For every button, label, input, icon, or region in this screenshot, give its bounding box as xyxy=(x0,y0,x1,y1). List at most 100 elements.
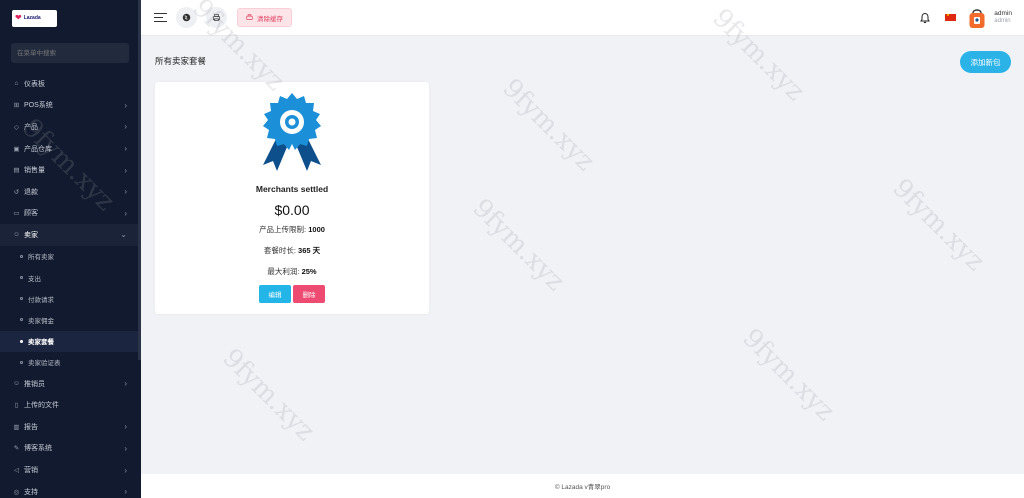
dot-icon xyxy=(20,339,23,343)
clear-cache-button[interactable]: 清除缓存 xyxy=(237,8,292,27)
dot-icon xyxy=(20,360,23,364)
bell-icon[interactable] xyxy=(919,12,931,24)
chevron-right-icon: › xyxy=(124,187,127,197)
sidebar-item-sellers[interactable]: ☺ 卖家 ⌄ xyxy=(0,224,141,246)
dot-icon xyxy=(20,276,23,280)
sidebar-subitem-label: 支出 xyxy=(28,275,41,283)
sidebar-item-label: 博客系统 xyxy=(24,445,52,453)
watermark: 9fym.xyz xyxy=(496,73,601,177)
sidebar-subitem-seller-verification[interactable]: 卖家验证表 xyxy=(0,352,141,373)
chevron-right-icon: › xyxy=(124,144,127,154)
max-profit: 最大利润: 25% xyxy=(155,266,429,277)
sidebar-subitem-label: 卖家佣金 xyxy=(28,317,54,325)
dot-icon xyxy=(20,318,23,322)
watermark: 9fym.xyz xyxy=(216,343,321,447)
chevron-right-icon: › xyxy=(124,487,127,497)
sidebar-item-label: 产品 xyxy=(24,123,38,131)
sidebar-item-label: 仪表板 xyxy=(24,80,45,88)
heart-logo-icon: ❤ xyxy=(15,13,22,22)
home-icon: ⌂ xyxy=(14,80,19,88)
clear-cache-label: 清除缓存 xyxy=(257,15,283,23)
user-icon: ☺ xyxy=(13,380,20,388)
refund-icon: ↺ xyxy=(13,188,20,196)
sidebar-item-label: 报告 xyxy=(24,423,38,431)
max-profit-value: 25% xyxy=(301,267,317,276)
warehouse-icon: ▣ xyxy=(13,145,20,153)
duration-label: 套餐时长: xyxy=(263,246,296,255)
sidebar-item-uploaded-files[interactable]: ▯ 上传的文件 xyxy=(0,394,141,416)
card-actions: 编辑 删除 xyxy=(155,285,429,303)
sidebar-menu: ⌂ 仪表板 ⊞ POS系统 › ◇ 产品 › ▣ 产品仓库 › ▤ 销售量 › … xyxy=(0,73,141,498)
sidebar-subitem-label: 所有卖家 xyxy=(28,254,54,262)
avatar[interactable] xyxy=(968,7,986,29)
watermark: 9fym.xyz xyxy=(466,193,571,297)
logo-area: ❤ Lazada xyxy=(0,0,141,36)
top-header: 清除缓存 admin admin xyxy=(141,0,1024,36)
footer: © Lazada v青翠pro xyxy=(141,474,1024,498)
edit-button[interactable]: 编辑 xyxy=(259,285,291,303)
customer-icon: ▭ xyxy=(13,210,20,218)
china-flag-icon[interactable] xyxy=(945,12,957,21)
chevron-right-icon: › xyxy=(124,465,127,475)
user-name: admin xyxy=(994,10,1012,17)
package-price: $0.00 xyxy=(274,202,310,218)
sidebar-item-customers[interactable]: ▭ 顾客 › xyxy=(0,203,141,225)
sidebar-item-label: 卖家 xyxy=(24,231,38,239)
sidebar-scrollbar[interactable] xyxy=(138,0,141,360)
sidebar-item-label: 支持 xyxy=(24,488,38,496)
user-role: admin xyxy=(994,17,1011,24)
watermark: 9fym.xyz xyxy=(886,173,991,277)
file-icon: ▯ xyxy=(14,402,19,410)
globe-button[interactable] xyxy=(176,7,197,28)
package-name: Merchants settled xyxy=(255,184,329,194)
watermark: 9fym.xyz xyxy=(736,323,841,427)
sidebar-item-reports[interactable]: ▥ 报告 › xyxy=(0,416,141,438)
lazada-logo[interactable]: ❤ Lazada xyxy=(12,9,57,27)
sidebar-subitem-payment-requests[interactable]: 付款请求 xyxy=(0,288,141,309)
report-icon: ▥ xyxy=(13,423,20,431)
max-profit-label: 最大利润: xyxy=(267,267,300,276)
globe-icon xyxy=(182,13,191,22)
logo-text: Lazada xyxy=(23,15,41,21)
chevron-down-icon: ⌄ xyxy=(120,230,127,240)
chevron-right-icon: › xyxy=(124,165,127,175)
sidebar-item-marketing[interactable]: ◁ 营销 › xyxy=(0,459,141,481)
sidebar: ❤ Lazada ⌂ 仪表板 ⊞ POS系统 › ◇ 产品 › ▣ 产品仓库 ›… xyxy=(0,0,141,498)
sidebar-item-refunds[interactable]: ↺ 退款 › xyxy=(0,181,141,203)
sidebar-item-label: 顾客 xyxy=(24,210,38,218)
add-package-button[interactable]: 添加新包 xyxy=(960,51,1011,73)
product-icon: ◇ xyxy=(14,123,19,131)
sidebar-item-label: 退款 xyxy=(24,188,38,196)
package-card: Merchants settled $0.00 产品上传限制: 1000 套餐时… xyxy=(155,82,429,314)
sidebar-item-blog[interactable]: ✎ 博客系统 › xyxy=(0,438,141,460)
marketing-icon: ◁ xyxy=(14,467,19,475)
upload-limit-label: 产品上传限制: xyxy=(259,225,307,234)
user-icon: ☺ xyxy=(13,231,20,239)
sidebar-item-label: 产品仓库 xyxy=(24,145,52,153)
sidebar-subitem-all-sellers[interactable]: 所有卖家 xyxy=(0,246,141,267)
sidebar-item-salesmen[interactable]: ☺ 推销员 › xyxy=(0,373,141,395)
sidebar-item-warehouse[interactable]: ▣ 产品仓库 › xyxy=(0,138,141,160)
menu-toggle-icon[interactable] xyxy=(154,13,167,22)
print-button[interactable] xyxy=(206,7,227,28)
menu-search-input[interactable] xyxy=(11,43,129,63)
chevron-right-icon: › xyxy=(124,379,127,389)
sidebar-item-products[interactable]: ◇ 产品 › xyxy=(0,116,141,138)
sidebar-subitem-payouts[interactable]: 支出 xyxy=(0,267,141,288)
sidebar-subitem-seller-commission[interactable]: 卖家佣金 xyxy=(0,309,141,330)
sidebar-item-dashboard[interactable]: ⌂ 仪表板 xyxy=(0,73,141,95)
chevron-right-icon: › xyxy=(124,100,127,110)
sidebar-subitem-label: 卖家验证表 xyxy=(28,360,61,368)
delete-button[interactable]: 删除 xyxy=(293,285,325,303)
chevron-right-icon: › xyxy=(124,208,127,218)
printer-icon xyxy=(212,13,221,22)
sidebar-subitem-label: 付款请求 xyxy=(28,296,54,304)
sidebar-item-pos[interactable]: ⊞ POS系统 › xyxy=(0,95,141,117)
sales-icon: ▤ xyxy=(13,167,20,175)
sidebar-item-sales[interactable]: ▤ 销售量 › xyxy=(0,159,141,181)
sidebar-subitem-seller-packages[interactable]: 卖家套餐 xyxy=(0,330,141,352)
user-menu[interactable]: admin admin xyxy=(994,10,1012,25)
sidebar-item-support[interactable]: ◎ 支持 › xyxy=(0,481,141,498)
sidebar-subitem-label: 卖家套餐 xyxy=(28,339,54,347)
blog-icon: ✎ xyxy=(13,445,20,453)
